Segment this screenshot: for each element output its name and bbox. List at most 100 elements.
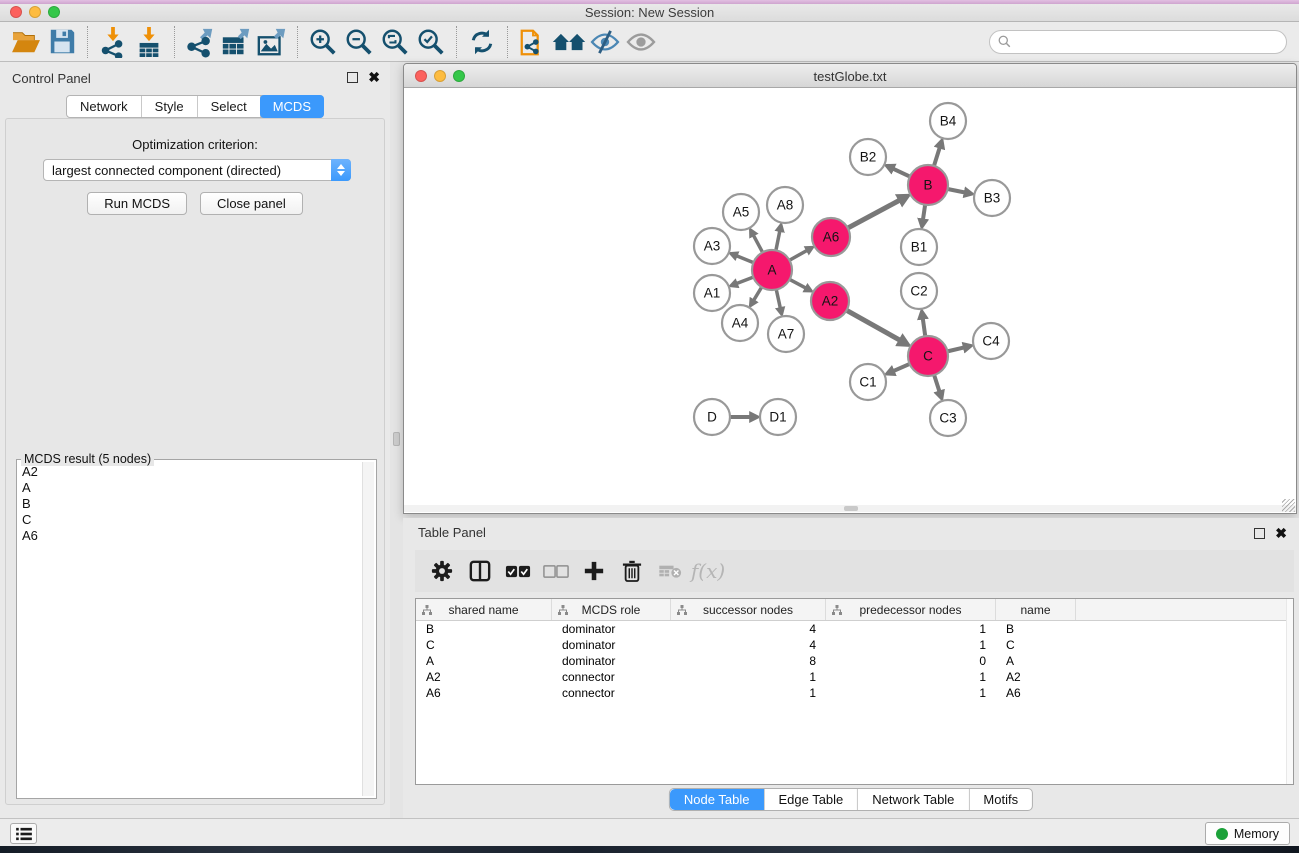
graph-edge-A-A8[interactable]: [776, 231, 780, 251]
table-row[interactable]: Adominator80A: [416, 653, 1293, 669]
tab-select[interactable]: Select: [198, 96, 261, 117]
network-canvas[interactable]: AA1A2A3A4A5A6A7A8BB1B2B3B4CC1C2C3C4DD1: [404, 88, 1296, 513]
table-cell[interactable]: 8: [671, 654, 826, 668]
tab-motifs[interactable]: Motifs: [969, 789, 1032, 810]
graph-edge-C-C2[interactable]: [923, 318, 925, 336]
table-cell[interactable]: A2: [996, 670, 1076, 684]
mcds-result-item[interactable]: A6: [22, 528, 360, 544]
graph-edge-A-A6[interactable]: [789, 250, 807, 260]
close-panel-icon[interactable]: ✖: [368, 70, 380, 84]
import-table-icon[interactable]: [131, 25, 167, 59]
save-session-icon[interactable]: [44, 25, 80, 59]
network-hscrollbar[interactable]: [404, 505, 1296, 512]
graph-edge-B-B3[interactable]: [948, 189, 965, 193]
table-scrollbar[interactable]: [1286, 599, 1293, 784]
table-cell[interactable]: A: [996, 654, 1076, 668]
table-cell[interactable]: C: [416, 638, 552, 652]
open-file-icon[interactable]: [8, 25, 44, 59]
table-cell[interactable]: A6: [416, 686, 552, 700]
table-cell[interactable]: 4: [671, 622, 826, 636]
new-session-from-network-icon[interactable]: [515, 25, 551, 59]
graph-edge-C-C4[interactable]: [947, 347, 964, 351]
tab-mcds[interactable]: MCDS: [260, 95, 324, 118]
search-input[interactable]: [1016, 35, 1278, 49]
table-cell[interactable]: 1: [826, 638, 996, 652]
delete-icon[interactable]: [615, 554, 649, 588]
add-icon[interactable]: [577, 554, 611, 588]
table-row[interactable]: A2connector11A2: [416, 669, 1293, 685]
graph-edge-A-A4[interactable]: [754, 287, 762, 300]
table-cell[interactable]: 0: [826, 654, 996, 668]
splitter-handle[interactable]: [393, 432, 400, 446]
table-cell[interactable]: dominator: [552, 654, 671, 668]
graph-edge-A-A3[interactable]: [737, 256, 754, 263]
graph-edge-A-A1[interactable]: [737, 277, 754, 283]
criterion-dropdown[interactable]: largest connected component (directed): [43, 159, 351, 181]
mcds-result-item[interactable]: A: [22, 480, 360, 496]
graph-edge-C-C1[interactable]: [893, 364, 909, 371]
table-row[interactable]: Bdominator41B: [416, 621, 1293, 637]
graph-edge-A6-B[interactable]: [848, 200, 900, 228]
graph-edge-B-B1[interactable]: [923, 205, 925, 220]
table-cell[interactable]: dominator: [552, 638, 671, 652]
network-window-titlebar[interactable]: testGlobe.txt: [404, 64, 1296, 88]
float-table-panel-icon[interactable]: [1254, 528, 1265, 539]
table-cell[interactable]: 4: [671, 638, 826, 652]
mcds-result-item[interactable]: B: [22, 496, 360, 512]
table-cell[interactable]: A: [416, 654, 552, 668]
deselect-all-icon[interactable]: [539, 554, 573, 588]
export-image-icon[interactable]: [254, 25, 290, 59]
node-table[interactable]: shared nameMCDS rolesuccessor nodesprede…: [415, 598, 1294, 785]
table-cell[interactable]: B: [996, 622, 1076, 636]
graph-edge-A-A5[interactable]: [753, 235, 762, 252]
split-columns-icon[interactable]: [463, 554, 497, 588]
column-header-MCDS-role[interactable]: MCDS role: [552, 599, 671, 620]
graph-edge-A-A7[interactable]: [776, 290, 780, 309]
zoom-selected-icon[interactable]: [413, 25, 449, 59]
window-resize-grip[interactable]: [1282, 499, 1295, 512]
float-panel-icon[interactable]: [347, 72, 358, 83]
table-cell[interactable]: 1: [826, 686, 996, 700]
mcds-result-item[interactable]: A2: [22, 464, 360, 480]
mcds-result-list[interactable]: A2ABCA6: [22, 464, 360, 796]
run-mcds-button[interactable]: Run MCDS: [87, 192, 187, 215]
close-panel-button[interactable]: Close panel: [200, 192, 303, 215]
column-header-name[interactable]: name: [996, 599, 1076, 620]
zoom-in-icon[interactable]: [305, 25, 341, 59]
tab-node-table[interactable]: Node Table: [670, 789, 765, 810]
table-cell[interactable]: C: [996, 638, 1076, 652]
zoom-out-icon[interactable]: [341, 25, 377, 59]
tab-network-table[interactable]: Network Table: [858, 789, 969, 810]
function-icon[interactable]: f(x): [691, 554, 725, 588]
table-cell[interactable]: connector: [552, 670, 671, 684]
column-header-successor-nodes[interactable]: successor nodes: [671, 599, 826, 620]
tab-style[interactable]: Style: [142, 96, 198, 117]
export-table-icon[interactable]: [218, 25, 254, 59]
table-cell[interactable]: A2: [416, 670, 552, 684]
column-header-shared-name[interactable]: shared name: [416, 599, 552, 620]
table-row[interactable]: Cdominator41C: [416, 637, 1293, 653]
close-table-panel-icon[interactable]: ✖: [1275, 526, 1287, 540]
table-cell[interactable]: 1: [826, 670, 996, 684]
table-cell[interactable]: 1: [826, 622, 996, 636]
settings-gear-icon[interactable]: [425, 554, 459, 588]
home-icon[interactable]: [551, 25, 587, 59]
table-cell[interactable]: B: [416, 622, 552, 636]
result-scrollbar[interactable]: [362, 462, 374, 796]
graph-edge-A2-C[interactable]: [847, 310, 901, 340]
table-cell[interactable]: connector: [552, 686, 671, 700]
table-row[interactable]: A6connector11A6: [416, 685, 1293, 701]
panel-splitter[interactable]: [390, 62, 403, 818]
task-history-button[interactable]: [10, 823, 37, 844]
tab-edge-table[interactable]: Edge Table: [764, 789, 858, 810]
select-all-icon[interactable]: [501, 554, 535, 588]
graph-edge-B-B4[interactable]: [934, 147, 940, 166]
table-cell[interactable]: A6: [996, 686, 1076, 700]
tab-network[interactable]: Network: [67, 96, 142, 117]
memory-button[interactable]: Memory: [1205, 822, 1290, 845]
zoom-fit-icon[interactable]: [377, 25, 413, 59]
refresh-view-icon[interactable]: [464, 25, 500, 59]
eye-slash-icon[interactable]: [587, 25, 623, 59]
eye-icon[interactable]: [623, 25, 659, 59]
export-network-icon[interactable]: [182, 25, 218, 59]
